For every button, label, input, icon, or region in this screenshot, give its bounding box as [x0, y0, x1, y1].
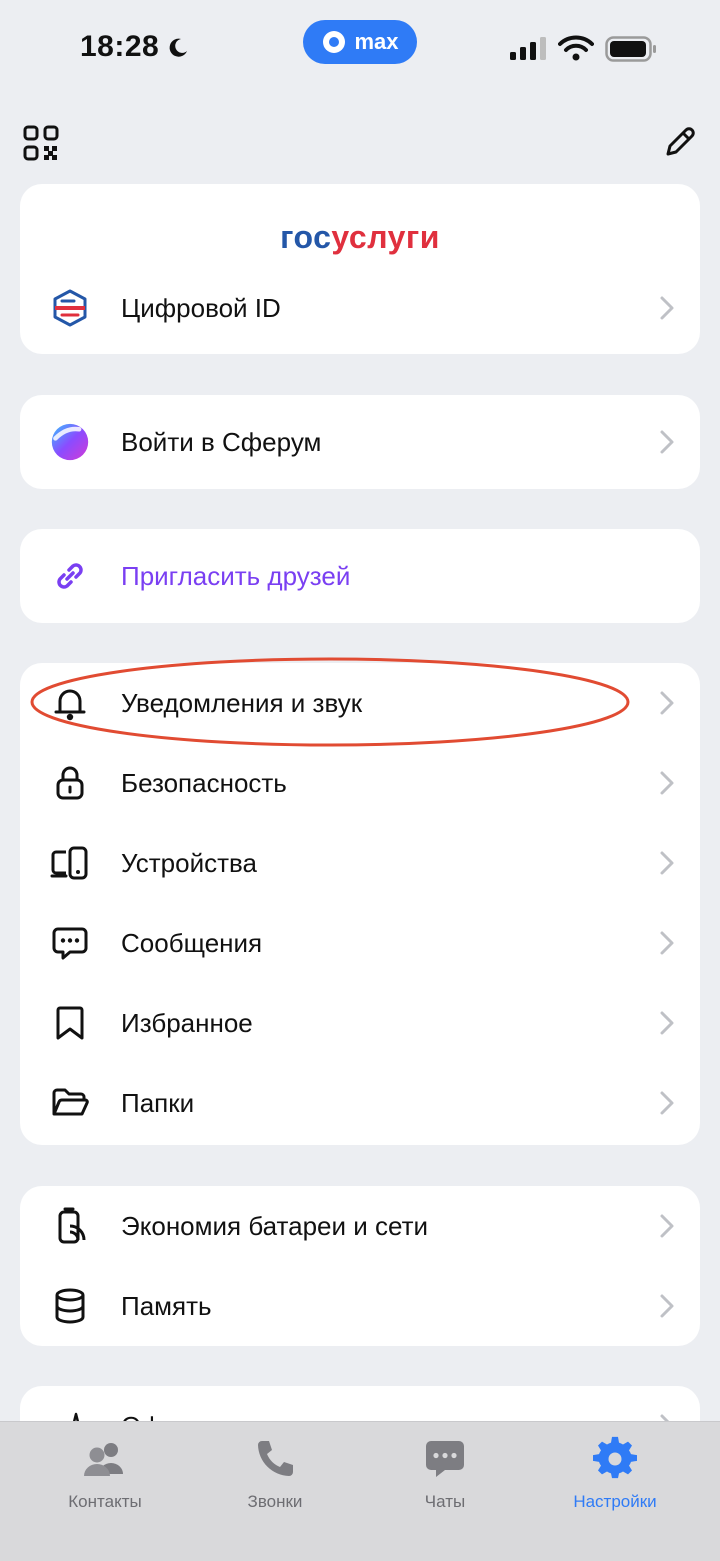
digital-id-icon [48, 286, 92, 330]
moon-icon [169, 38, 187, 57]
top-bar [0, 110, 720, 182]
folders-row[interactable]: Папки [20, 1063, 700, 1143]
storage-label: Память [121, 1290, 212, 1321]
tab-chats[interactable]: Чаты [360, 1422, 530, 1532]
security-label: Безопасность [121, 767, 287, 798]
favorites-label: Избранное [121, 1007, 253, 1038]
tab-calls-label: Звонки [247, 1492, 303, 1511]
sferum-icon [48, 420, 92, 464]
messages-label: Сообщения [121, 927, 263, 958]
cellular-signal-icon [510, 37, 546, 60]
chevron-right-icon [658, 429, 676, 455]
chevron-right-icon [658, 1010, 676, 1036]
notifications-row[interactable]: Уведомления и звук [20, 663, 700, 743]
chevron-right-icon [658, 930, 676, 956]
chevron-right-icon [658, 690, 676, 716]
tab-contacts-label: Контакты [68, 1492, 142, 1511]
security-row[interactable]: Безопасность [20, 743, 700, 823]
devices-row[interactable]: Устройства [20, 823, 700, 903]
settings-group-card: Уведомления и звук Безопасность Устройст… [20, 663, 700, 1145]
wifi-icon [558, 35, 594, 61]
sferum-label: Войти в Сферум [121, 426, 322, 457]
contacts-icon [84, 1443, 123, 1476]
sferum-row[interactable]: Войти в Сферум [20, 395, 700, 489]
message-bubble-icon [48, 921, 92, 965]
gosuslugi-logo: гос услуги [280, 219, 440, 255]
chevron-right-icon [658, 850, 676, 876]
gosuslugi-card: гос услуги Цифровой ID [20, 184, 700, 354]
bell-icon [48, 681, 92, 725]
battery-saver-row[interactable]: Экономия батареи и сети [20, 1186, 700, 1266]
gear-icon [593, 1436, 637, 1479]
qr-code-icon[interactable] [22, 124, 60, 162]
invite-friends-label: Пригласить друзей [121, 560, 351, 591]
invite-card: Пригласить друзей [20, 529, 700, 623]
status-time: 18:28 [80, 30, 160, 63]
bottom-tab-bar: Контакты Звонки Чаты Настройки [0, 1421, 720, 1561]
link-icon [48, 554, 92, 598]
storage-row[interactable]: Память [20, 1266, 700, 1346]
max-logo-icon [323, 31, 346, 53]
app-pill-label: max [354, 29, 399, 54]
chat-bubble-icon [426, 1441, 464, 1477]
devices-label: Устройства [121, 847, 258, 878]
status-bar: 18:28 max [0, 0, 720, 95]
folder-icon [48, 1081, 92, 1125]
lock-icon [48, 761, 92, 805]
app-indicator-pill[interactable]: max [303, 20, 417, 64]
messages-row[interactable]: Сообщения [20, 903, 700, 983]
favorites-row[interactable]: Избранное [20, 983, 700, 1063]
invite-friends-row[interactable]: Пригласить друзей [20, 529, 700, 623]
sferum-card: Войти в Сферум [20, 395, 700, 489]
battery-saver-icon [48, 1204, 92, 1248]
battery-icon [605, 36, 656, 62]
tab-calls[interactable]: Звонки [190, 1422, 360, 1532]
devices-icon [48, 841, 92, 885]
folders-label: Папки [121, 1087, 195, 1118]
tab-chats-label: Чаты [424, 1492, 466, 1511]
chevron-right-icon [658, 295, 676, 321]
tab-settings-label: Настройки [573, 1492, 657, 1511]
digital-id-row[interactable]: Цифровой ID [20, 266, 700, 350]
tab-settings[interactable]: Настройки [530, 1422, 700, 1532]
tab-contacts[interactable]: Контакты [20, 1422, 190, 1532]
battery-saver-label: Экономия батареи и сети [121, 1210, 429, 1241]
bookmark-icon [48, 1001, 92, 1045]
notifications-label: Уведомления и звук [121, 687, 363, 718]
edit-pencil-icon[interactable] [660, 124, 698, 162]
chevron-right-icon [658, 1293, 676, 1319]
chevron-right-icon [658, 1090, 676, 1116]
digital-id-label: Цифровой ID [121, 292, 281, 323]
phone-icon [258, 1441, 293, 1476]
chevron-right-icon [658, 1213, 676, 1239]
chevron-right-icon [658, 770, 676, 796]
database-icon [48, 1284, 92, 1328]
system-group-card: Экономия батареи и сети Память [20, 1186, 700, 1346]
